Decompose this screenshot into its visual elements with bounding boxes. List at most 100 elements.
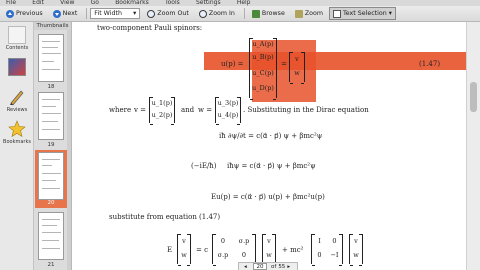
previous-label: Previous — [16, 10, 43, 17]
matrix-cell: u_2(p) — [151, 111, 173, 119]
toolbar: Previous Next Fit Width ▾ Zoom Out Zoom … — [0, 6, 480, 22]
matrix-cell: u_3(p) — [217, 99, 239, 107]
browse-label: Browse — [261, 10, 285, 17]
matrix-cell: u_C(p) — [252, 69, 274, 77]
matrix-cell: u_1(p) — [151, 99, 173, 107]
zoom-in-button[interactable]: Zoom In — [195, 7, 239, 20]
previous-page-icon[interactable]: ◂ — [244, 264, 249, 270]
matrix-cell: u_4(p) — [217, 111, 239, 119]
thumbnails-title: Thumbnails — [34, 22, 71, 30]
dirac-equation-lhs: (−iE/ħ) — [191, 162, 217, 170]
matrix-cell: v — [182, 237, 186, 245]
zoom-out-icon — [147, 9, 156, 18]
and-text: and — [181, 106, 195, 114]
thumbnail-page[interactable] — [38, 92, 64, 140]
matrix-cell: u_D(p) — [252, 84, 274, 92]
equation-number: (1.47) — [419, 60, 441, 68]
toolbar-separator — [243, 8, 245, 19]
page-number-input[interactable]: 20 — [253, 263, 267, 270]
contents-icon — [8, 26, 26, 44]
thumbnail-page[interactable] — [38, 34, 64, 82]
thumbnail-page-selected[interactable] — [38, 152, 64, 200]
zoom-in-label: Zoom In — [208, 10, 235, 17]
thumbnail-number-selected: 20 — [47, 200, 55, 206]
document-view[interactable]: two-component Pauli spinors: u(p) = u_A(… — [73, 22, 480, 270]
matrix-cell: −I — [330, 251, 339, 259]
w-equals: w = — [198, 106, 213, 114]
matrix-cell: v — [295, 55, 299, 63]
document-scrollbar[interactable] — [466, 22, 480, 270]
eq147-lhs: u(p) = — [221, 60, 244, 68]
thumbnails-icon — [8, 58, 26, 76]
matrix-cell: 0 — [317, 251, 322, 259]
zoom-tool-button[interactable]: Zoom — [291, 7, 327, 20]
hand-icon — [251, 9, 260, 18]
text-cursor-icon — [332, 9, 341, 18]
zoom-tool-label: Zoom — [304, 10, 323, 17]
matrix-cell: u_A(p) — [252, 40, 274, 48]
toolbar-separator — [86, 8, 88, 19]
matrix-cell: 0 — [332, 237, 337, 245]
zoom-mode-select[interactable]: Fit Width ▾ — [90, 8, 141, 19]
text-selection-button[interactable]: Text Selection ▾ — [328, 7, 396, 20]
intro-text: two-component Pauli spinors: — [97, 24, 203, 32]
dock-contents[interactable]: Contents — [2, 26, 32, 51]
matrix-cell: v — [354, 237, 358, 245]
matrix-cell: w — [266, 251, 272, 259]
arrow-down-icon — [52, 9, 61, 18]
text-selection-label: Text Selection — [342, 10, 387, 17]
arrow-up-icon — [6, 9, 14, 18]
thumbnail-number: 19 — [47, 142, 55, 148]
matrix-cell: I — [318, 237, 321, 245]
zoom-out-label: Zoom Out — [157, 10, 189, 17]
dock-bookmarks-label: Bookmarks — [3, 139, 31, 145]
chevron-down-icon: ▾ — [388, 10, 392, 17]
side-dock: Contents Reviews Bookmarks — [0, 22, 34, 270]
page-total: 55 — [278, 263, 286, 270]
star-icon — [8, 120, 26, 138]
matrix-cell: 0 — [241, 251, 247, 259]
page-navigator: ◂ 20 of 55 ▸ — [238, 262, 299, 270]
final-equals-c: = c — [196, 246, 209, 254]
magnifier-icon — [294, 9, 303, 18]
dock-reviews-label: Reviews — [6, 107, 28, 113]
next-page-icon[interactable]: ▸ — [287, 264, 292, 270]
dock-bookmarks[interactable]: Bookmarks — [2, 120, 32, 145]
dock-reviews[interactable]: Reviews — [2, 88, 32, 113]
browse-button[interactable]: Browse — [248, 7, 289, 20]
dirac-equation-momentum: Eu(p) = c(α⃗ · p⃗) u(p) + βmc²u(p) — [211, 193, 325, 201]
matrix-cell: v — [267, 237, 271, 245]
previous-button[interactable]: Previous — [2, 7, 47, 20]
v-equals: v = — [134, 106, 147, 114]
zoom-out-button[interactable]: Zoom Out — [143, 7, 193, 20]
matrix-cell: σ.p — [238, 237, 250, 245]
dock-contents-label: Contents — [5, 45, 29, 51]
next-label: Next — [62, 10, 78, 17]
matrix-cell: u_B(p) — [252, 53, 274, 61]
scrollbar-thumb[interactable] — [470, 82, 477, 112]
next-button[interactable]: Next — [49, 7, 82, 20]
matrix-cell: w — [294, 69, 300, 77]
where-text: where — [109, 106, 132, 114]
thumbnail-page[interactable] — [38, 212, 64, 260]
dock-thumbnails[interactable] — [2, 58, 32, 77]
page-of-label: of — [271, 263, 277, 270]
matrix-cell: w — [353, 251, 359, 259]
matrix-cell: 0 — [220, 237, 226, 245]
thumbnail-number: 18 — [47, 84, 55, 90]
matrix-cell: w — [181, 251, 187, 259]
thumbnail-number: 21 — [47, 262, 55, 268]
thumbnails-scrollbar[interactable] — [67, 30, 71, 270]
pencil-icon — [8, 88, 26, 106]
zoom-mode-value: Fit Width — [94, 10, 122, 17]
substituting-text: . Substituting in the Dirac equation — [243, 106, 369, 114]
zoom-in-icon — [198, 9, 207, 18]
final-E: E — [167, 246, 173, 254]
thumbnails-panel: Thumbnails 18 19 20 21 — [34, 22, 72, 270]
equals-sign: = — [281, 60, 287, 68]
substitute-text: substitute from equation (1.47) — [109, 213, 221, 221]
dirac-equation: iħ ∂ψ/∂t = c(α⃗ · p⃗) ψ + βmc²ψ — [219, 132, 323, 140]
document-page: two-component Pauli spinors: u(p) = u_A(… — [79, 22, 480, 270]
matrix-cell: σ.p — [217, 251, 229, 259]
chevron-down-icon: ▾ — [133, 10, 137, 17]
